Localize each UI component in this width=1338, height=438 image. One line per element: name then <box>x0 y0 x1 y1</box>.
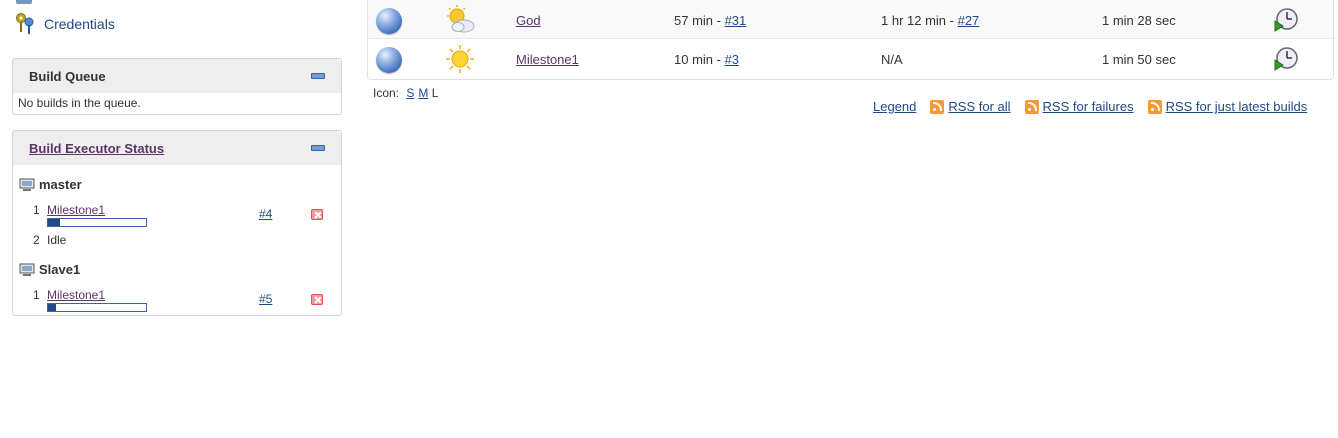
executor-build-link[interactable]: #4 <box>259 207 272 221</box>
node-name: master <box>39 177 82 192</box>
last-success: 57 min - #31 <box>674 13 746 28</box>
icon-size-medium[interactable]: M <box>418 86 428 100</box>
last-failure-build-link[interactable]: #27 <box>958 13 980 28</box>
executor-number: 1 <box>33 288 40 302</box>
build-executor-header: Build Executor Status <box>13 131 341 165</box>
rss-icon <box>930 99 945 114</box>
last-success-build-link[interactable]: #31 <box>725 13 747 28</box>
icon-size-small[interactable]: S <box>406 86 414 100</box>
computer-icon <box>19 178 35 191</box>
node-name: Slave1 <box>39 262 81 277</box>
build-queue-empty: No builds in the queue. <box>18 96 141 110</box>
sidebar-item-credentials[interactable]: Credentials <box>14 12 115 36</box>
executor-build-link[interactable]: #5 <box>259 292 272 306</box>
credentials-link[interactable]: Credentials <box>44 16 115 32</box>
rss-icon <box>1147 99 1162 114</box>
last-duration: 1 min 28 sec <box>1102 13 1176 28</box>
stop-build-icon[interactable] <box>311 209 323 220</box>
table-row: Milestone1 10 min - #3 N/A 1 min 50 sec <box>368 39 1333 77</box>
executor-job-link[interactable]: Milestone1 <box>47 288 105 302</box>
sunny-icon <box>446 45 474 73</box>
last-failure: 1 hr 12 min - #27 <box>881 13 979 28</box>
executor-job-link[interactable]: Milestone1 <box>47 203 105 217</box>
job-link[interactable]: Milestone1 <box>516 52 579 67</box>
stop-build-icon[interactable] <box>311 294 323 305</box>
node-slave1[interactable]: Slave1 <box>19 262 80 277</box>
last-failure: N/A <box>881 52 903 67</box>
progress-bar <box>47 218 147 227</box>
legend-link[interactable]: Legend <box>873 99 916 114</box>
progress-fill <box>48 304 56 311</box>
last-failure-text: 1 hr 12 min - <box>881 13 958 28</box>
progress-fill <box>48 219 60 226</box>
legend-rss-bar: Legend RSS for all RSS for failures RSS … <box>873 99 1307 114</box>
last-success-text: 10 min - <box>674 52 725 67</box>
rss-all-link[interactable]: RSS for all <box>948 99 1010 114</box>
jobs-table: God 57 min - #31 1 hr 12 min - #27 1 min… <box>367 0 1334 80</box>
build-queue-pane: Build Queue No builds in the queue. <box>12 58 342 115</box>
table-row: God 57 min - #31 1 hr 12 min - #27 1 min… <box>368 0 1333 39</box>
schedule-build-icon[interactable] <box>1273 7 1299 33</box>
rss-failures-link[interactable]: RSS for failures <box>1043 99 1134 114</box>
executor-row: 1 Milestone1 #5 <box>33 288 333 312</box>
build-queue-title: Build Queue <box>29 68 106 84</box>
keys-icon <box>16 13 34 34</box>
executor-row: 2 Idle <box>33 233 333 255</box>
last-success: 10 min - #3 <box>674 52 739 67</box>
progress-bar <box>47 303 147 312</box>
executor-row: 1 Milestone1 #4 <box>33 203 333 227</box>
schedule-build-icon[interactable] <box>1273 46 1299 72</box>
rss-latest-link[interactable]: RSS for just latest builds <box>1166 99 1308 114</box>
status-ball-icon <box>376 47 402 73</box>
last-success-text: 57 min - <box>674 13 725 28</box>
build-queue-header: Build Queue <box>13 59 341 93</box>
partly-cloudy-icon <box>447 5 475 33</box>
last-duration: 1 min 50 sec <box>1102 52 1176 67</box>
executor-number: 2 <box>33 233 40 247</box>
collapse-icon[interactable] <box>311 145 325 151</box>
build-executor-title[interactable]: Build Executor Status <box>29 141 164 156</box>
job-link[interactable]: God <box>516 13 541 28</box>
collapse-icon[interactable] <box>311 73 325 79</box>
build-executor-pane: Build Executor Status master 1 Milestone… <box>12 130 342 316</box>
icon-size-label: Icon: <box>373 86 400 100</box>
icon-size-large: L <box>431 86 439 100</box>
icon-size-selector: Icon: SM L <box>373 86 438 100</box>
last-success-build-link[interactable]: #3 <box>725 52 739 67</box>
partial-sidebar-icon <box>16 0 32 4</box>
executor-idle: Idle <box>47 233 67 247</box>
computer-icon <box>19 263 35 276</box>
node-master[interactable]: master <box>19 177 82 192</box>
status-ball-icon <box>376 8 402 34</box>
executor-number: 1 <box>33 203 40 217</box>
rss-icon <box>1024 99 1039 114</box>
